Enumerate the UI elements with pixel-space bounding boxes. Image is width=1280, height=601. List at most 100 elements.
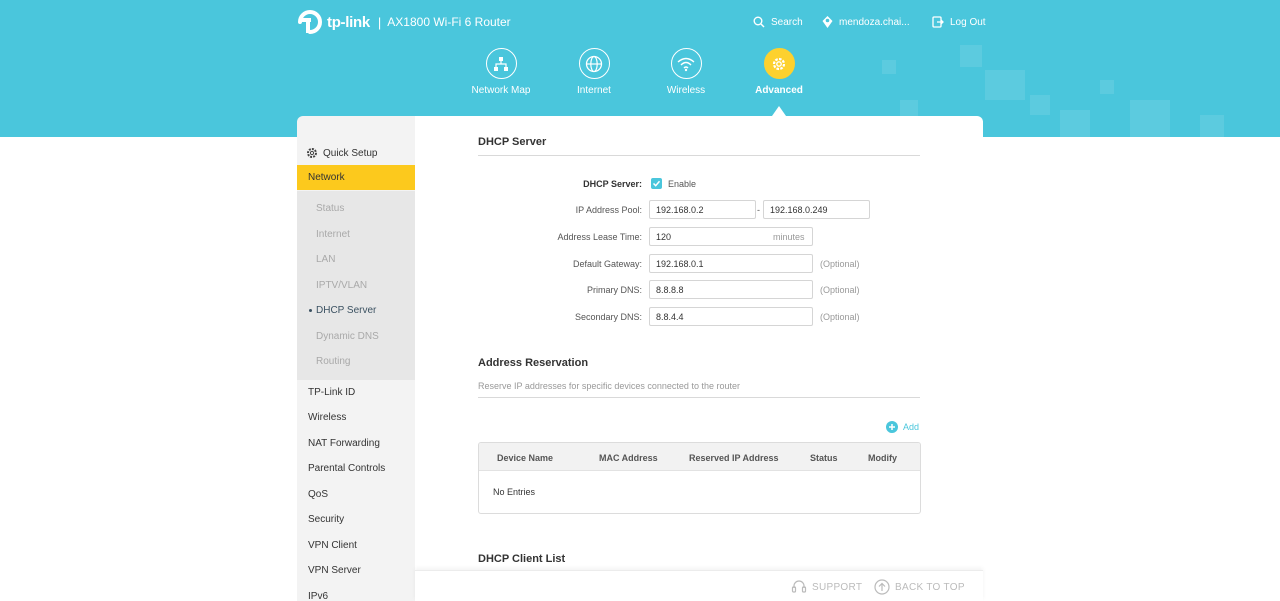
sidebar-subitem-lan[interactable]: LAN [297,247,415,272]
brand-logo: tp-link | AX1800 Wi-Fi 6 Router [297,9,511,35]
account-label: mendoza.chai... [839,16,910,28]
nav-label: Network Map [471,85,531,96]
sidebar-item-vpn-server[interactable]: VPN Server [297,558,415,583]
search-icon [753,16,765,28]
sidebar-item-label: NAT Forwarding [308,438,380,449]
sidebar-subitem-dhcp-server[interactable]: DHCP Server [297,298,415,323]
decor-square [882,60,896,74]
sidebar-item-parental-controls[interactable]: Parental Controls [297,456,415,481]
sidebar-subitem-dynamic-dns[interactable]: Dynamic DNS [297,324,415,349]
ip-pool-dash: - [757,205,760,215]
ip-pool-label: IP Address Pool: [575,205,642,215]
logout-label: Log Out [950,16,986,28]
ip-pool-start-input[interactable] [649,200,756,219]
network-map-icon [485,48,517,79]
sidebar-item-tp-link-id[interactable]: TP-Link ID [297,380,415,405]
section-divider [478,155,920,156]
sidebar-item-security[interactable]: Security [297,507,415,532]
section-divider [478,397,920,398]
add-label: Add [903,421,920,432]
decor-square [1200,115,1224,137]
active-nav-indicator [772,106,786,116]
nav-network-map[interactable]: Network Map [461,48,541,96]
optional-hint: (Optional) [820,259,860,269]
sidebar-item-network[interactable]: Network [297,165,415,190]
sidebar-subitem-label: LAN [316,254,336,265]
reservation-section-title: Address Reservation [478,357,589,369]
sidebar-item-vpn-client[interactable]: VPN Client [297,533,415,558]
optional-hint: (Optional) [820,312,860,322]
decor-square [1100,80,1114,94]
default-gateway-label: Default Gateway: [572,259,642,269]
nav-label: Internet [577,85,611,96]
sidebar-subitem-label: Internet [316,229,350,240]
brand-separator: | [377,14,382,30]
tp-link-logo-icon [297,9,323,35]
secondary-dns-label: Secondary DNS: [574,312,642,322]
back-to-top-label: BACK TO TOP [895,581,965,593]
enable-label: Enable [668,179,697,189]
headset-icon [791,580,807,593]
sidebar-item-nat-forwarding[interactable]: NAT Forwarding [297,431,415,456]
lease-time-unit: minutes [773,232,805,242]
sidebar-item-label: Parental Controls [308,463,386,474]
wifi-icon [670,48,702,79]
sidebar-subitem-internet[interactable]: Internet [297,222,415,247]
dhcp-enable-checkbox[interactable] [651,178,662,189]
sidebar-subitem-label: Dynamic DNS [316,331,379,342]
nav-label: Advanced [755,85,803,96]
lease-time-label: Address Lease Time: [557,232,642,242]
dhcp-section-title: DHCP Server [478,136,547,148]
brand-name: tp-link [327,13,370,31]
ip-pool-end-input[interactable] [763,200,870,219]
quick-setup-icon [307,148,317,158]
sidebar-item-ipv6[interactable]: IPv6 [297,584,415,601]
primary-dns-input[interactable] [649,280,813,299]
support-label: SUPPORT [812,581,863,593]
sidebar-item-label: TP-Link ID [308,387,356,398]
sidebar-item-qos[interactable]: QoS [297,482,415,507]
default-gateway-input[interactable] [649,254,813,273]
decor-square [1030,95,1050,115]
sidebar-item-label: Quick Setup [323,147,378,159]
secondary-dns-input[interactable] [649,307,813,326]
sidebar-subitem-status[interactable]: Status [297,196,415,221]
sidebar-subitem-iptv-vlan[interactable]: IPTV/VLAN [297,273,415,298]
user-icon [822,16,833,28]
back-to-top-link[interactable]: BACK TO TOP [874,579,965,595]
sidebar-item-label: QoS [308,489,329,500]
gear-icon [763,48,795,79]
search-link[interactable]: Search [753,13,803,31]
table-header: Device Name MAC Address Reserved IP Addr… [479,443,920,471]
decor-square [985,70,1025,100]
account-link[interactable]: mendoza.chai... [822,13,910,31]
sidebar-subitem-label: DHCP Server [316,305,377,316]
add-icon [886,420,898,433]
sidebar-item-label: VPN Server [308,565,361,576]
support-link[interactable]: SUPPORT [791,579,862,595]
column-header-mac-address: MAC Address [599,453,658,463]
nav-internet[interactable]: Internet [554,48,634,96]
network-submenu: Status Internet LAN IPTV/VLAN DHCP Serve… [297,191,415,380]
sidebar: Quick Setup Network Status Internet LAN … [297,116,415,601]
decor-square [1060,110,1090,137]
sidebar-item-label: IPv6 [308,591,329,601]
sidebar-item-wireless[interactable]: Wireless [297,405,415,430]
add-reservation-button[interactable]: Add [886,420,919,433]
page-footer: SUPPORT BACK TO TOP [415,570,983,601]
nav-advanced[interactable]: Advanced [739,48,819,96]
sidebar-item-label: VPN Client [308,540,357,551]
logout-icon [932,16,944,28]
sidebar-item-label: Security [308,514,345,525]
sidebar-item-quick-setup[interactable]: Quick Setup [306,146,377,160]
sidebar-subitem-routing[interactable]: Routing [297,349,415,374]
globe-icon [578,48,610,79]
model-name: AX1800 Wi-Fi 6 Router [387,15,511,29]
empty-table-text: No Entries [493,487,536,497]
logout-link[interactable]: Log Out [932,13,986,31]
sidebar-subitem-label: IPTV/VLAN [316,280,368,291]
nav-wireless[interactable]: Wireless [646,48,726,96]
arrow-up-icon [874,579,890,595]
reservation-table: Device Name MAC Address Reserved IP Addr… [478,442,921,514]
checkmark-icon [652,180,661,187]
